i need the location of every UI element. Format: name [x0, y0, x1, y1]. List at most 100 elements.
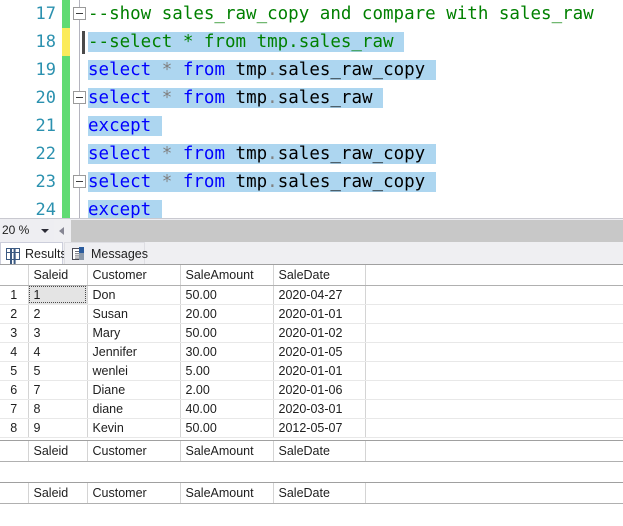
chevron-down-icon[interactable] [38, 220, 52, 241]
grid-cell[interactable]: 40.00 [180, 399, 274, 419]
column-header-saleamount[interactable]: SaleAmount [180, 265, 274, 286]
line-number-23: 23 [35, 172, 56, 192]
table-row[interactable]: 6 7 Diane 2.00 2020-01-06 [0, 380, 623, 400]
grid-cell[interactable]: 2 [28, 304, 88, 324]
code-line-21[interactable]: 21 except [0, 112, 623, 140]
fold-column [72, 140, 88, 168]
fold-column [72, 0, 88, 28]
code-line-20[interactable]: 20 select * from tmp.sales_raw [0, 84, 623, 112]
code-text-21: except [88, 112, 162, 140]
grid-cell[interactable]: 8 [28, 399, 88, 419]
grid-cell[interactable]: 2020-01-01 [273, 304, 366, 324]
grid-cell[interactable]: 2020-01-02 [273, 323, 366, 343]
code-text-19: select * from tmp.sales_raw_copy [88, 60, 436, 80]
code-line-23[interactable]: 23 select * from tmp.sales_raw_copy [0, 168, 623, 196]
result-grid-2[interactable]: Saleid Customer SaleAmount SaleDate [0, 440, 623, 482]
grid-cell[interactable]: diane [87, 399, 181, 419]
grid-cell[interactable]: Mary [87, 323, 181, 343]
code-text-17: --show sales_raw_copy and compare with s… [88, 4, 594, 24]
row-number[interactable]: 1 [0, 285, 29, 305]
row-number[interactable]: 2 [0, 304, 29, 324]
grid-cell[interactable]: 2020-01-01 [273, 361, 366, 381]
grid-cell[interactable]: 3 [28, 323, 88, 343]
line-number-17: 17 [35, 4, 56, 24]
code-line-17[interactable]: 17 --show sales_raw_copy and compare with… [0, 0, 623, 28]
grid-cell[interactable]: 50.00 [180, 323, 274, 343]
grid-cell[interactable]: 5 [28, 361, 88, 381]
row-number[interactable]: 4 [0, 342, 29, 362]
tab-messages[interactable]: Messages [64, 242, 148, 264]
grid-corner-header[interactable] [0, 265, 29, 286]
grid-cell[interactable]: 50.00 [180, 418, 274, 438]
fold-guide-line [79, 140, 80, 168]
table-row[interactable]: 1 1 Don 50.00 2020-04-27 [0, 285, 623, 305]
fold-guide-line [79, 28, 80, 56]
column-header-saledate[interactable]: SaleDate [273, 265, 366, 286]
grid-cell[interactable]: Jennifer [87, 342, 181, 362]
grid-header-row: Saleid Customer SaleAmount SaleDate [0, 483, 623, 504]
code-line-22[interactable]: 22 select * from tmp.sales_raw_copy [0, 140, 623, 168]
column-header-saleid[interactable]: Saleid [28, 265, 88, 286]
grid-cell[interactable]: 4 [28, 342, 88, 362]
row-number[interactable]: 3 [0, 323, 29, 343]
code-line-24[interactable]: 24 except [0, 196, 623, 218]
change-indicator-saved [62, 0, 70, 28]
grid-cell[interactable]: 2020-01-06 [273, 380, 366, 400]
row-number[interactable]: 8 [0, 418, 29, 438]
grid-cell[interactable]: 2.00 [180, 380, 274, 400]
fold-collapse-icon[interactable] [73, 91, 86, 104]
table-row[interactable]: 2 2 Susan 20.00 2020-01-01 [0, 304, 623, 324]
grid-cell[interactable]: 50.00 [180, 285, 274, 305]
grid-cell[interactable]: 1 [28, 285, 88, 305]
grid-cell[interactable]: 20.00 [180, 304, 274, 324]
grid-cell[interactable]: 30.00 [180, 342, 274, 362]
grid-cell[interactable]: 2012-05-07 [273, 418, 366, 438]
grid-cell[interactable]: Susan [87, 304, 181, 324]
line-number-20: 20 [35, 88, 56, 108]
row-number[interactable]: 5 [0, 361, 29, 381]
column-header-customer[interactable]: Customer [87, 265, 181, 286]
message-page-icon [72, 247, 84, 261]
column-header-saledate[interactable]: SaleDate [273, 441, 366, 462]
grid-cell[interactable]: 2020-03-01 [273, 399, 366, 419]
grid-corner-header[interactable] [0, 441, 29, 462]
grid-icon [6, 248, 20, 260]
grid-cell[interactable]: 2020-01-05 [273, 342, 366, 362]
code-text-23: select * from tmp.sales_raw_copy [88, 172, 436, 192]
grid-cell[interactable]: Kevin [87, 418, 181, 438]
fold-column [72, 112, 88, 140]
table-row[interactable]: 8 9 Kevin 50.00 2012-05-07 [0, 418, 623, 438]
table-row[interactable]: 4 4 Jennifer 30.00 2020-01-05 [0, 342, 623, 362]
column-header-saleid[interactable]: Saleid [28, 441, 88, 462]
code-line-19[interactable]: 19 select * from tmp.sales_raw_copy [0, 56, 623, 84]
column-header-saleamount[interactable]: SaleAmount [180, 483, 274, 504]
column-header-saledate[interactable]: SaleDate [273, 483, 366, 504]
fold-column [72, 196, 88, 218]
grid-cell[interactable]: 7 [28, 380, 88, 400]
grid-cell[interactable]: 2020-04-27 [273, 285, 366, 305]
result-grid-3[interactable]: Saleid Customer SaleAmount SaleDate [0, 482, 623, 526]
column-header-customer[interactable]: Customer [87, 483, 181, 504]
code-line-18[interactable]: 18 --select * from tmp.sales_raw [0, 28, 623, 56]
triangle-left-icon[interactable] [54, 220, 71, 242]
table-row[interactable]: 5 5 wenlei 5.00 2020-01-01 [0, 361, 623, 381]
editor-horizontal-scrollbar[interactable] [54, 220, 623, 242]
column-header-saleamount[interactable]: SaleAmount [180, 441, 274, 462]
table-row[interactable]: 3 3 Mary 50.00 2020-01-02 [0, 323, 623, 343]
table-row[interactable]: 7 8 diane 40.00 2020-03-01 [0, 399, 623, 419]
column-header-customer[interactable]: Customer [87, 441, 181, 462]
column-header-saleid[interactable]: Saleid [28, 483, 88, 504]
row-number[interactable]: 6 [0, 380, 29, 400]
grid-cell[interactable]: wenlei [87, 361, 181, 381]
tab-results[interactable]: Results [0, 242, 67, 264]
fold-collapse-icon[interactable] [73, 7, 86, 20]
row-number[interactable]: 7 [0, 399, 29, 419]
fold-collapse-icon[interactable] [73, 175, 86, 188]
result-grid-1[interactable]: Saleid Customer SaleAmount SaleDate 1 1 Don 50.… [0, 264, 623, 440]
sql-code-editor[interactable]: 17 --show sales_raw_copy and compare with… [0, 0, 623, 218]
grid-corner-header[interactable] [0, 483, 29, 504]
grid-cell[interactable]: Don [87, 285, 181, 305]
grid-cell[interactable]: Diane [87, 380, 181, 400]
grid-cell[interactable]: 5.00 [180, 361, 274, 381]
grid-cell[interactable]: 9 [28, 418, 88, 438]
